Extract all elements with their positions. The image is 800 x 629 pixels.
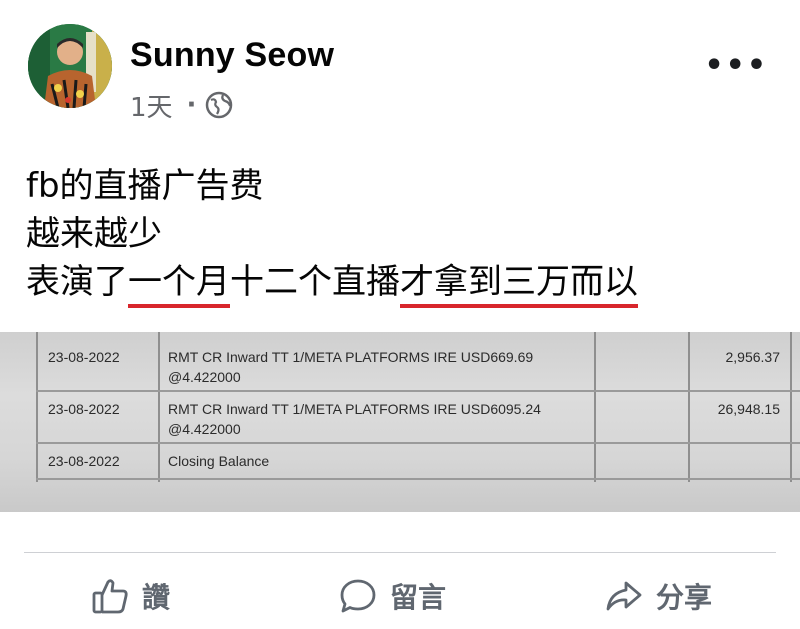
table-cell-amount: 2,956.37 (725, 349, 781, 365)
table-cell-description: Closing Balance (168, 453, 270, 469)
table-rule (36, 390, 800, 392)
table-rule (36, 478, 800, 480)
like-label: 讚 (142, 581, 171, 614)
divider (24, 552, 776, 553)
table-rule (790, 332, 792, 482)
like-button[interactable]: 讚 (90, 576, 170, 616)
post-text-line: 表演了一个月十二个直播才拿到三万而以 (26, 258, 638, 308)
table-cell-description: RMT CR Inward TT 1/META PLATFORMS IRE US… (168, 401, 541, 417)
post-text-line: 越来越少 (26, 214, 162, 254)
text-segment: 十二个直播 (230, 262, 400, 302)
table-cell-date: 23-08-2022 (48, 349, 120, 365)
speech-bubble-icon (340, 579, 376, 613)
bank-statement-photo: 23-08-2022 RMT CR Inward TT 1/META PLATF… (0, 332, 800, 512)
comment-button[interactable]: 留言 (338, 576, 446, 616)
avatar-image (28, 24, 112, 108)
table-rule (36, 442, 800, 444)
post-text: fb的直播广告费 越来越少 表演了一个月十二个直播才拿到三万而以 (26, 162, 638, 308)
post-time[interactable]: 1天 (130, 87, 173, 124)
table-cell-description: RMT CR Inward TT 1/META PLATFORMS IRE US… (168, 349, 534, 365)
table-rule (594, 332, 596, 482)
table-cell-description: @4.422000 (168, 369, 241, 385)
underlined-text: 一个月 (128, 262, 230, 308)
share-label: 分享 (656, 581, 713, 614)
globe-icon[interactable] (204, 90, 234, 120)
share-arrow-icon (606, 581, 642, 611)
meta-separator: · (186, 90, 197, 120)
share-button[interactable]: 分享 (604, 576, 712, 616)
table-cell-description: @4.422000 (168, 421, 241, 437)
thumbs-up-icon (92, 579, 128, 614)
more-dots-icon[interactable]: ••• (704, 48, 768, 83)
table-cell-date: 23-08-2022 (48, 401, 120, 417)
table-cell-date: 23-08-2022 (48, 453, 120, 469)
comment-label: 留言 (390, 581, 447, 614)
table-rule (158, 332, 160, 482)
author-name[interactable]: Sunny Seow (130, 36, 334, 75)
underlined-text: 才拿到三万而以 (400, 262, 638, 308)
table-cell-amount: 26,948.15 (717, 401, 780, 417)
action-bar: 讚 留言 分享 (0, 560, 800, 629)
post-text-line: fb的直播广告费 (26, 166, 264, 206)
avatar[interactable] (28, 24, 112, 108)
post-meta: 1天 · (130, 87, 234, 124)
post-header: Sunny Seow 1天 · ••• (0, 0, 800, 130)
text-segment: 表演了 (26, 262, 128, 302)
table-rule (36, 332, 38, 482)
